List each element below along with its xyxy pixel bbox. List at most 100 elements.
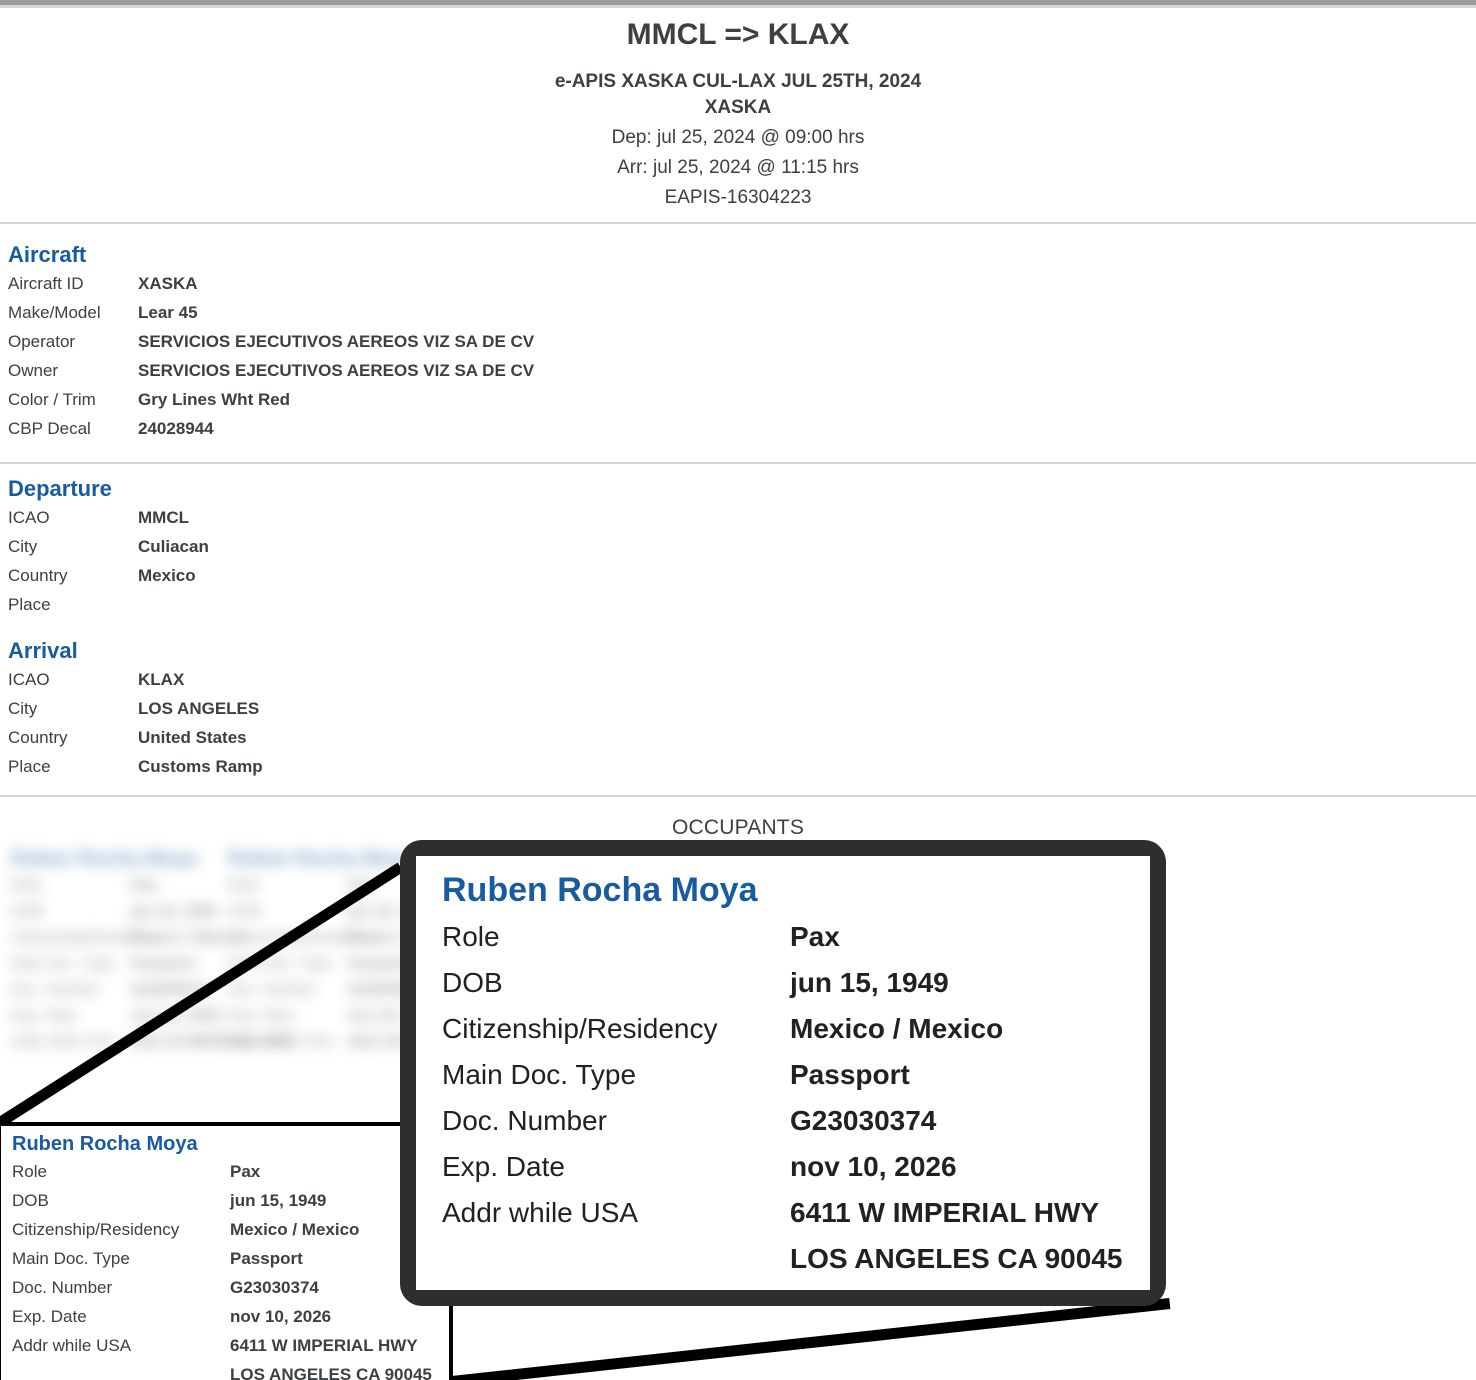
field-value: jun 15, 1949 [131,899,216,925]
field-label: Main Doc. Type [11,951,131,977]
table-row: Exp. Datenov 10, 2026 [442,1144,1150,1190]
table-row: OwnerSERVICIOS EJECUTIVOS AEREOS VIZ SA … [8,356,534,385]
field-value: jun 15, 1949 [790,960,949,1006]
header-eapis-id: EAPIS-16304223 [0,187,1476,209]
field-label: Main Doc. Type [12,1244,230,1273]
field-label: Addr while USA [442,1190,790,1236]
field-label: Addr while USA [228,1029,348,1055]
field-label: Main Doc. Type [442,1052,790,1098]
field-value: SERVICIOS EJECUTIVOS AEREOS VIZ SA DE CV [138,356,534,385]
field-value: jun 15, 1949 [230,1186,326,1215]
field-value: nov 10, 2026 [790,1144,957,1190]
blurred-row: Citizenship/ResidencyMexico / Mexico [11,925,226,951]
field-label: ICAO [8,503,138,532]
field-value: Customs Ramp [138,752,263,781]
blurred-row: Exp. Datenov 10, 2026 [11,1003,226,1029]
field-label: Role [12,1157,230,1186]
field-value: Mexico / Mexico [230,1215,359,1244]
field-label: Doc. Number [11,977,131,1003]
field-value: SERVICIOS EJECUTIVOS AEREOS VIZ SA DE CV [138,327,534,356]
field-value: Pax [230,1157,260,1186]
field-value-address-line1: 6411 W IMPERIAL HWY [230,1331,418,1360]
field-value: Mexico [138,561,196,590]
address-line-1: 6411 W IMPERIAL HWY [790,1197,1099,1228]
section-heading-departure: Departure [8,476,209,502]
document-page: MMCL => KLAX e-APIS XASKA CUL-LAX JUL 25… [0,0,1476,1380]
table-row: DOBjun 15, 1949 [442,960,1150,1006]
table-row: Aircraft IDXASKA [8,269,534,298]
table-row: Doc. NumberG23030374 [442,1098,1150,1144]
field-label: Role [442,914,790,960]
field-label: Place [8,752,138,781]
field-label: CBP Decal [8,414,138,443]
field-value: Culiacan [138,532,209,561]
table-row: Place [8,590,209,619]
section-departure: Departure ICAOMMCL CityCuliacan CountryM… [8,476,209,619]
occupant-name: Ruben Rocha Moya [12,1132,449,1156]
header-departure-time: Dep: jul 25, 2024 @ 09:00 hrs [0,127,1476,149]
field-label: City [8,532,138,561]
divider-above-occupants [0,795,1476,797]
magnifier-callout-content: Ruben Rocha Moya RolePax DOBjun 15, 1949… [416,856,1150,1290]
blurred-row: RolePax [11,873,226,899]
section-arrival: Arrival ICAOKLAX CityLOS ANGELES Country… [8,638,263,781]
field-label: DOB [12,1186,230,1215]
section-heading-arrival: Arrival [8,638,263,664]
header-tail-number: XASKA [0,97,1476,119]
field-label: Doc. Number [12,1273,230,1302]
field-label: Color / Trim [8,385,138,414]
field-label: Exp. Date [442,1144,790,1190]
table-row: Main Doc. TypePassport [442,1052,1150,1098]
occupants-banner: OCCUPANTS [0,816,1476,840]
field-value: G23030374 [790,1098,936,1144]
field-value: Pax [790,914,840,960]
table-row: CityLOS ANGELES [8,694,263,723]
blurred-row: Main Doc. TypePassport [11,951,226,977]
field-value: Gry Lines Wht Red [138,385,290,414]
occupant-card-source[interactable]: Ruben Rocha Moya RolePax DOBjun 15, 1949… [0,1122,453,1380]
field-value: Passport [790,1052,910,1098]
field-label: DOB [11,899,131,925]
field-value: LOS ANGELES [138,694,259,723]
table-row: Citizenship/ResidencyMexico / Mexico [442,1006,1150,1052]
address-line-2: LOS ANGELES CA 90045 [790,1243,1122,1274]
table-row: CountryUnited States [8,723,263,752]
field-label: Doc. Number [442,1098,790,1144]
field-label: Make/Model [8,298,138,327]
table-row: CountryMexico [8,561,209,590]
field-label: DOB [442,960,790,1006]
table-row: CBP Decal24028944 [8,414,534,443]
table-row: Main Doc. TypePassport [12,1244,449,1273]
field-label: Addr while USA [12,1331,230,1360]
divider-above-departure [0,462,1476,464]
table-row: DOBjun 15, 1949 [12,1186,449,1215]
field-value: XASKA [138,269,198,298]
field-value-address: 6411 W IMPERIAL HWY LOS ANGELES CA 90045 [790,1190,1122,1282]
table-row: ICAOMMCL [8,503,209,532]
blurred-occupant-cards-background: Ruben Rocha Moya RolePax DOBjun 15, 1949… [0,845,460,1130]
field-label: Aircraft ID [8,269,138,298]
field-label: Owner [8,356,138,385]
field-label: Country [8,561,138,590]
field-label: Place [8,590,138,619]
field-label: Citizenship/Residency [442,1006,790,1052]
blurred-occupant-card: Ruben Rocha Moya RolePax DOBjun 15, 1949… [11,848,226,1055]
table-row-address: Addr while USA6411 W IMPERIAL HWY [12,1331,449,1360]
field-value: Mexico / Mexico [790,1006,1003,1052]
table-row: RolePax [442,914,1150,960]
field-label: Exp. Date [228,1003,348,1029]
divider-above-aircraft [0,222,1476,224]
document-header: MMCL => KLAX e-APIS XASKA CUL-LAX JUL 25… [0,10,1476,209]
header-arrival-time: Arr: jul 25, 2024 @ 11:15 hrs [0,157,1476,179]
occupant-name-magnified: Ruben Rocha Moya [442,868,1150,912]
table-row: Doc. NumberG23030374 [12,1273,449,1302]
table-row: CityCuliacan [8,532,209,561]
field-label: Citizenship/Residency [11,925,131,951]
field-value: KLAX [138,665,184,694]
field-value: United States [138,723,247,752]
field-label: Citizenship/Residency [12,1215,230,1244]
field-label: Country [8,723,138,752]
table-row: Citizenship/ResidencyMexico / Mexico [12,1215,449,1244]
field-value-address-line2: LOS ANGELES CA 90045 [230,1360,432,1380]
table-row: RolePax [12,1157,449,1186]
